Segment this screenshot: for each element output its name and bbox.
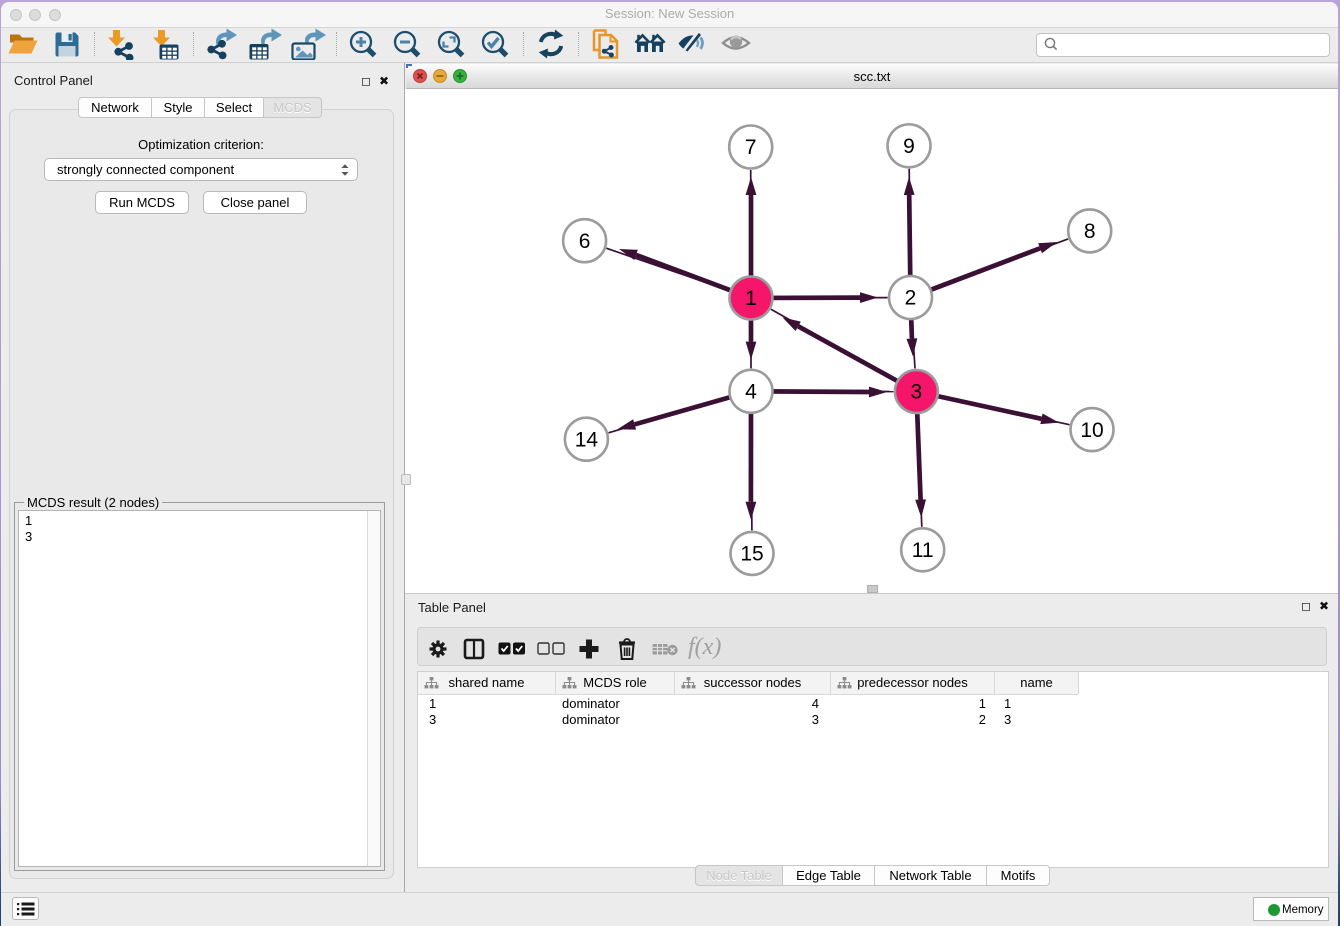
svg-text:6: 6 [579,230,591,253]
svg-text:1: 1 [745,287,757,310]
svg-text:9: 9 [903,135,915,158]
svg-text:8: 8 [1084,220,1096,243]
svg-text:4: 4 [745,381,757,404]
svg-text:3: 3 [911,381,923,404]
svg-text:10: 10 [1080,419,1103,442]
svg-text:11: 11 [912,539,934,562]
svg-text:7: 7 [745,136,757,159]
svg-text:2: 2 [905,287,917,310]
svg-text:14: 14 [575,428,599,451]
svg-text:15: 15 [740,543,763,566]
